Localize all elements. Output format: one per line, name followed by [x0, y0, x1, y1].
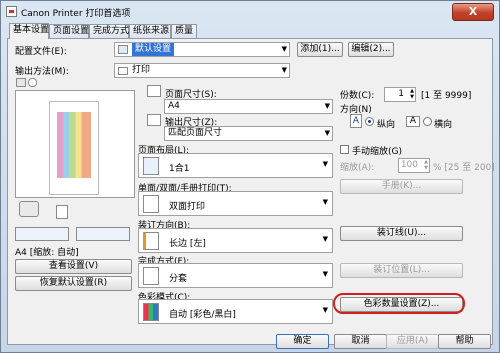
tab-finishing[interactable]: 完成方式	[89, 24, 129, 38]
page-size-icon	[147, 85, 161, 97]
output-method-label: 输出方法(M):	[15, 67, 69, 77]
color-mode-dropdown[interactable]: 自动 [彩色/黑白] ▼	[138, 299, 333, 324]
output-size-value: 匹配页面尺寸	[168, 128, 223, 138]
output-size-icon	[147, 114, 161, 126]
restore-defaults-button[interactable]: 恢复默认设置(R)	[15, 276, 132, 291]
landscape-icon: A	[406, 116, 420, 127]
copies-label: 份数(C):	[340, 91, 375, 101]
scaling-range: % [25 至 200]	[433, 163, 495, 173]
copies-stepper[interactable]: 1	[384, 87, 416, 102]
page-layout-value: 1合1	[169, 164, 190, 174]
chevron-down-icon: ▼	[322, 270, 328, 278]
printer-icon	[118, 67, 128, 75]
printer-preferences-window: Canon Printer 打印首选项 X 基本设置 页面设置 完成方式 纸张来…	[0, 0, 500, 353]
settings-view-icon[interactable]	[28, 78, 37, 87]
add-profile-button[interactable]: 添加(1)...	[297, 42, 343, 57]
staple-location-button[interactable]: 装订位置(L)...	[340, 263, 463, 278]
tab-quality[interactable]: 质量	[171, 24, 197, 38]
paper-stack-icon	[56, 205, 68, 219]
profile-value: 默认设置	[132, 43, 175, 56]
finishing-dropdown[interactable]: 分套 ▼	[138, 263, 333, 288]
output-size-dropdown[interactable]: 匹配页面尺寸 ▼	[164, 126, 333, 141]
printer-app-icon	[6, 6, 17, 17]
window-title: Canon Printer 打印首选项	[21, 9, 131, 19]
booklet-button[interactable]: 手册(K)...	[340, 179, 463, 194]
output-method-value: 打印	[132, 65, 151, 75]
page-preview	[49, 101, 99, 195]
ok-button[interactable]: 确定	[276, 334, 329, 349]
color-mode-value: 自动 [彩色/黑白]	[169, 310, 236, 320]
chevron-down-icon: ▼	[281, 45, 287, 53]
preview-info: A4 [缩放: 自动]	[15, 248, 79, 258]
layout-mode-icon[interactable]	[76, 227, 130, 241]
print-preview	[15, 90, 135, 198]
duplex-mode-icon[interactable]	[15, 227, 69, 241]
page-layout-dropdown[interactable]: 1合1 ▼	[138, 153, 333, 178]
portrait-icon: A	[350, 114, 362, 128]
duplex-dropdown[interactable]: 双面打印 ▼	[138, 191, 333, 216]
page-preview-image	[57, 112, 91, 178]
page-size-value: A4	[168, 101, 180, 111]
tab-paper-source[interactable]: 纸张来源	[129, 24, 171, 38]
cancel-button[interactable]: 取消	[334, 334, 387, 349]
highlight-annotation	[333, 293, 465, 314]
edit-profile-button[interactable]: 编辑(2)...	[348, 42, 394, 57]
title-bar: Canon Printer 打印首选项 X	[1, 1, 499, 23]
manual-scaling-label: 手动缩放(G)	[352, 147, 402, 157]
chevron-down-icon: ▼	[324, 102, 330, 110]
printer-view-icon[interactable]	[16, 78, 26, 87]
binding-direction-value: 长边 [左]	[169, 239, 206, 249]
portrait-label: 纵向	[377, 120, 396, 130]
chevron-down-icon: ▼	[322, 198, 328, 206]
tab-page-setup[interactable]: 页面设置	[49, 24, 89, 38]
manual-scaling-checkbox[interactable]	[340, 145, 349, 154]
binding-direction-dropdown[interactable]: 长边 [左] ▼	[138, 228, 333, 253]
profile-icon	[118, 45, 128, 54]
landscape-label: 横向	[434, 120, 453, 130]
chevron-down-icon: ▼	[281, 66, 287, 74]
page-layout-icon	[143, 157, 159, 175]
binding-icon	[143, 232, 159, 250]
duplex-icon	[143, 195, 159, 213]
finishing-value: 分套	[169, 274, 188, 284]
scaling-stepper[interactable]: 100	[398, 158, 430, 173]
chevron-down-icon: ▼	[324, 129, 330, 137]
page-size-dropdown[interactable]: A4 ▼	[164, 99, 333, 114]
printer-device-icon	[19, 201, 39, 217]
close-button[interactable]: X	[452, 3, 494, 21]
color-mode-icon	[143, 303, 159, 321]
apply-button[interactable]: 应用(A)	[386, 334, 439, 349]
chevron-down-icon: ▼	[322, 235, 328, 243]
collate-icon	[143, 267, 159, 285]
view-settings-button[interactable]: 查看设置(V)	[15, 259, 132, 274]
landscape-radio[interactable]	[423, 117, 432, 126]
chevron-down-icon: ▼	[322, 160, 328, 168]
profile-label: 配置文件(E):	[15, 47, 67, 57]
profile-dropdown[interactable]: 默认设置 ▼	[114, 42, 290, 57]
binding-margin-button[interactable]: 装订线(U)...	[340, 226, 463, 241]
scaling-label: 缩放(A):	[340, 163, 375, 173]
output-method-dropdown[interactable]: 打印 ▼	[114, 63, 290, 78]
help-button[interactable]: 帮助	[438, 334, 491, 349]
copies-range: [1 至 9999]	[421, 91, 472, 101]
chevron-down-icon: ▼	[322, 306, 328, 314]
tab-basic-settings[interactable]: 基本设置	[9, 23, 49, 39]
portrait-radio[interactable]	[365, 117, 374, 126]
duplex-value: 双面打印	[169, 202, 206, 212]
